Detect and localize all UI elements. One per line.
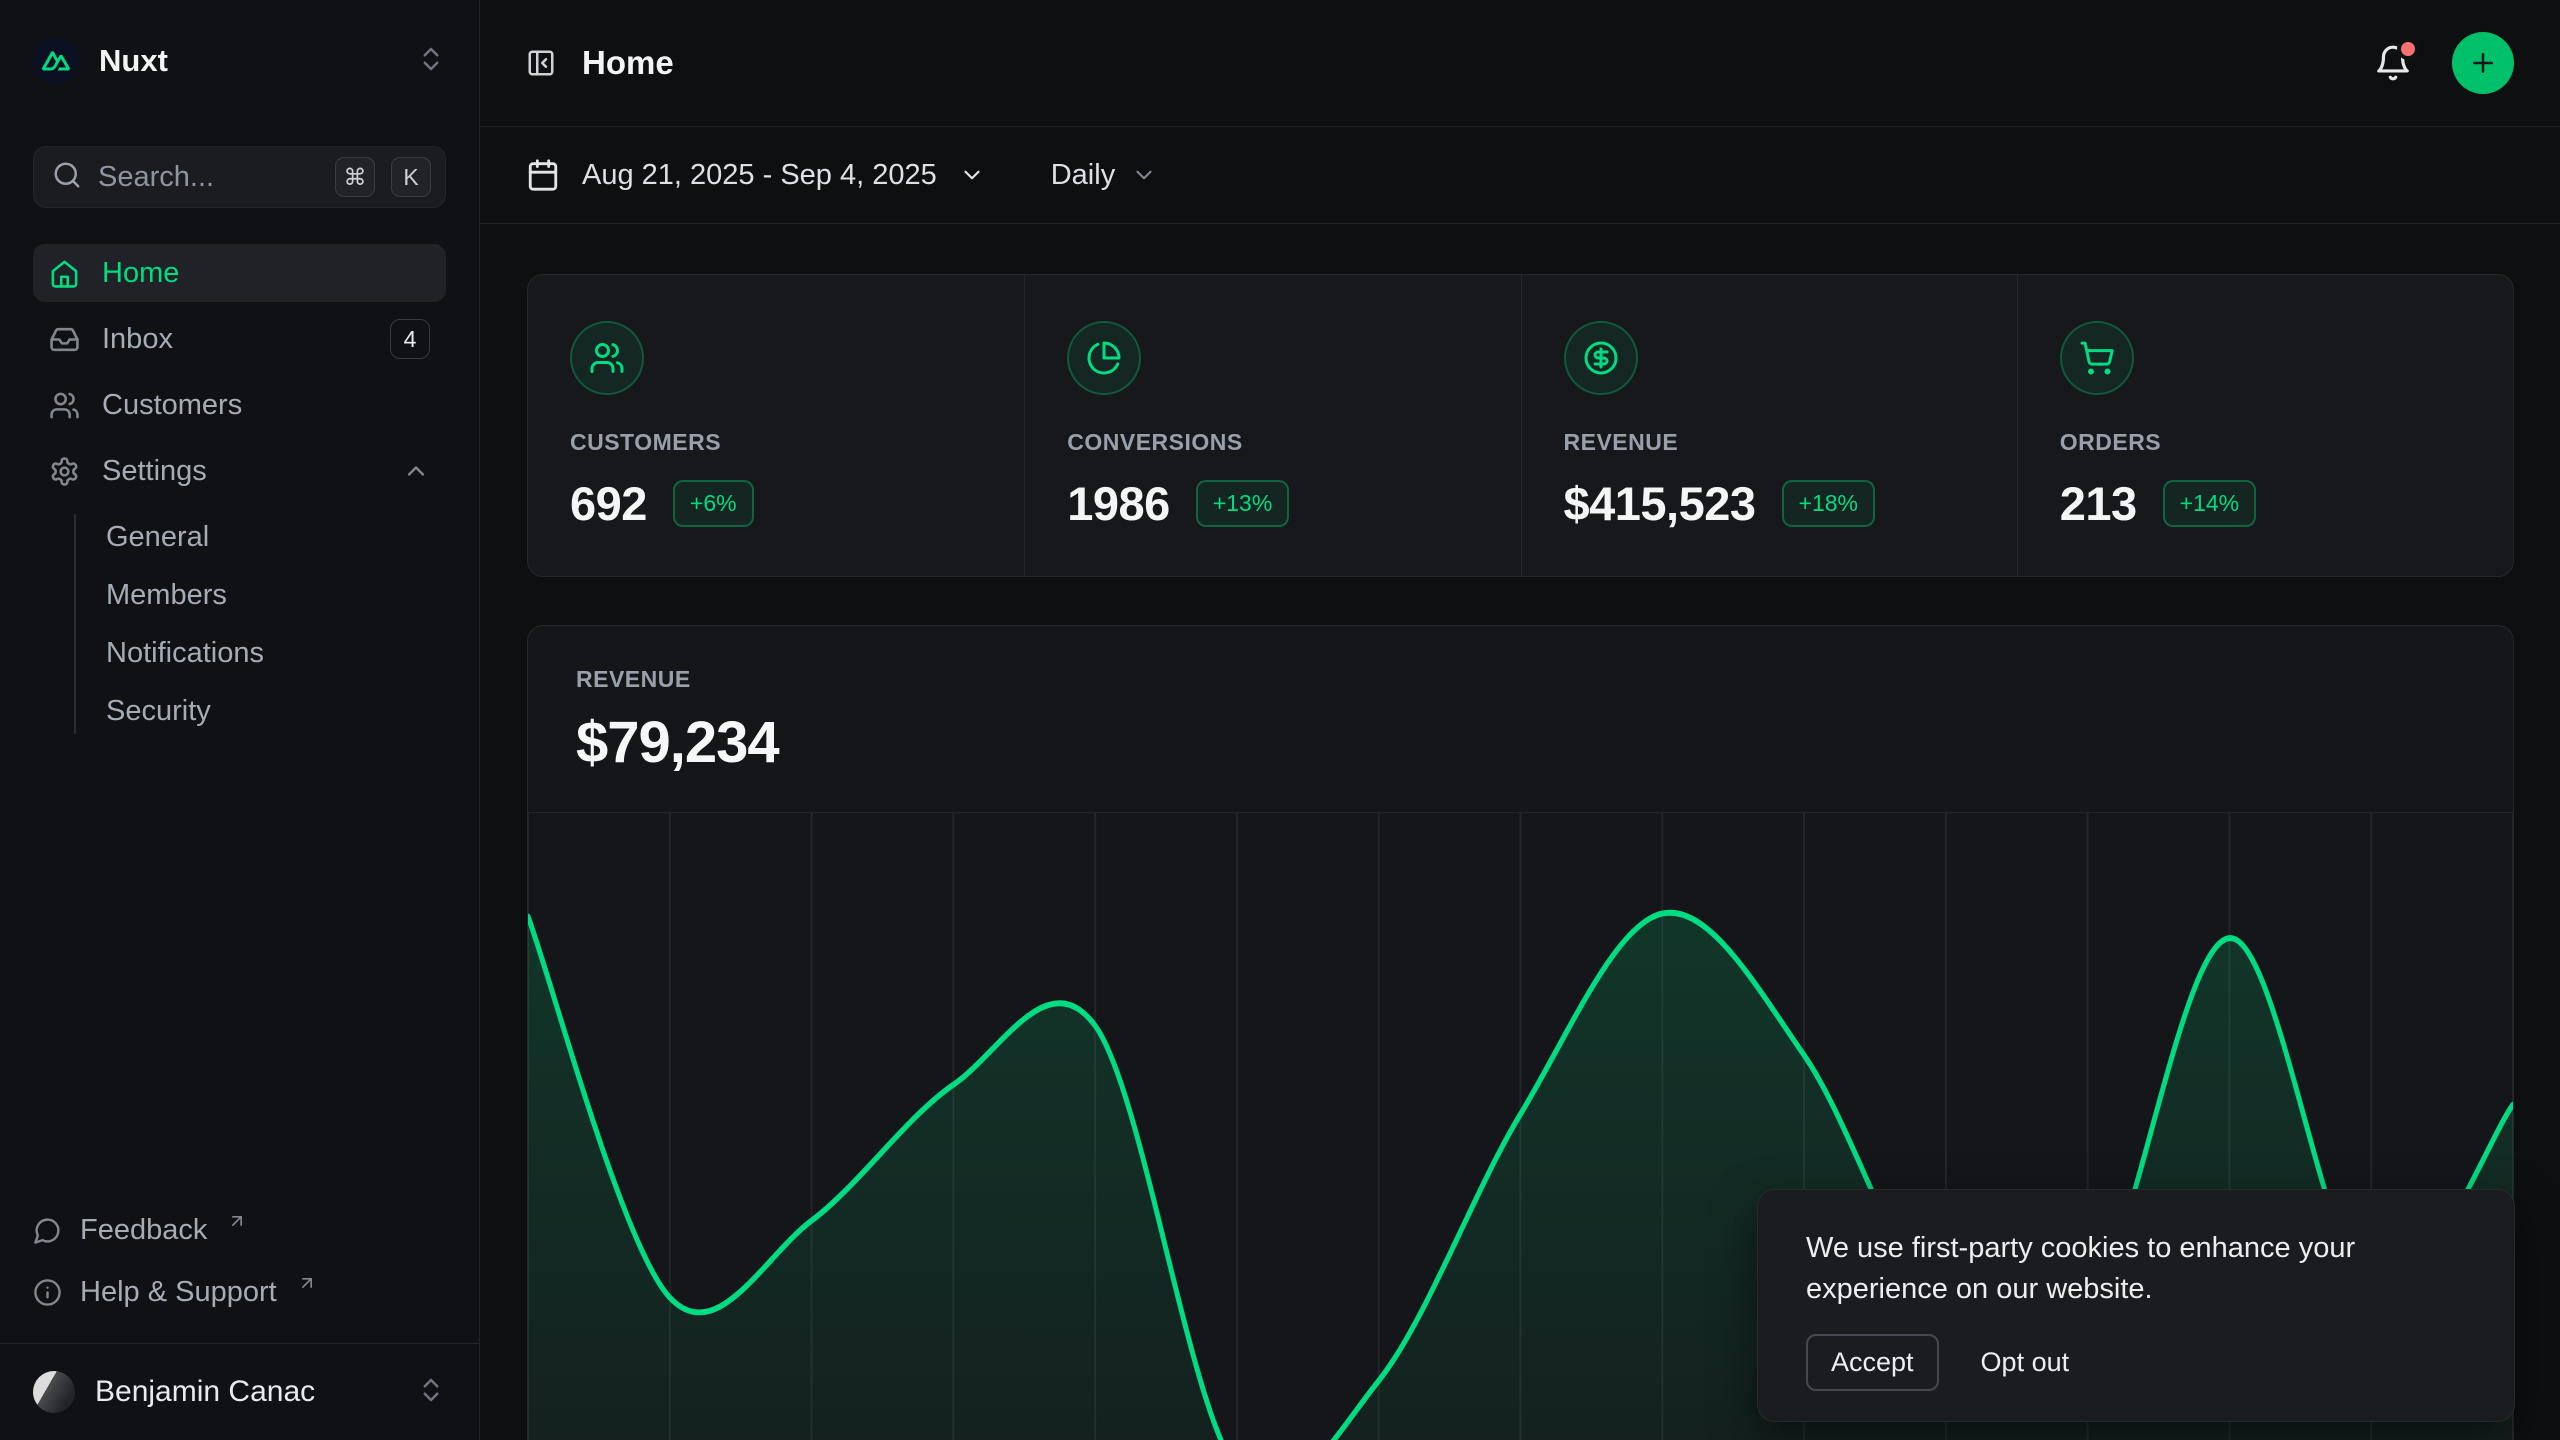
chevrons-up-down-icon [416,1375,446,1410]
notification-dot [2397,38,2419,60]
pie-chart-icon [1067,321,1141,395]
sidebar-nav: Home Inbox 4 Customers Settings GeneralMember… [33,244,446,740]
user-name: Benjamin Canac [95,1375,315,1409]
settings-icon [49,456,80,487]
sidebar-item-label: Help & Support [80,1276,277,1309]
sidebar-subitem-notifications[interactable]: Notifications [106,624,446,682]
calendar-icon [526,158,560,192]
user-menu[interactable]: Benjamin Canac [33,1344,446,1440]
users-icon [49,390,80,421]
arrow-up-right-icon [297,1273,319,1295]
stat-card-revenue[interactable]: REVENUE $415,523 +18% [1521,275,2017,577]
sidebar-subitem-security[interactable]: Security [106,682,446,740]
revenue-total: $79,234 [576,709,2465,776]
revenue-label: REVENUE [576,666,2465,693]
date-range-picker[interactable]: Aug 21, 2025 - Sep 4, 2025 [526,158,985,192]
stat-delta-badge: +18% [1782,480,1875,527]
filters-toolbar: Aug 21, 2025 - Sep 4, 2025 Daily [480,127,2560,224]
sidebar-item-customers[interactable]: Customers [33,376,446,434]
sidebar-item-label: Home [102,257,179,290]
sidebar-item-label: Settings [102,455,207,488]
chevrons-up-down-icon [416,44,446,79]
home-icon [49,258,80,289]
search-box[interactable]: ⌘ K [33,146,446,208]
chevron-down-icon [1131,162,1157,188]
stat-value: 1986 [1067,476,1170,531]
stat-delta-badge: +13% [1196,480,1289,527]
sidebar-item-feedback[interactable]: Feedback [33,1199,446,1261]
stat-label: CUSTOMERS [570,429,982,456]
stat-value: $415,523 [1564,476,1756,531]
info-icon [33,1278,62,1307]
circle-dollar-icon [1564,321,1638,395]
sidebar-subitem-general[interactable]: General [106,508,446,566]
kbd-cmd: ⌘ [335,157,375,197]
cookie-banner: We use first-party cookies to enhance yo… [1757,1189,2515,1422]
sidebar: Nuxt ⌘ K Home Inbox 4 Customers Settings Gene… [0,0,480,1440]
stat-card-customers[interactable]: CUSTOMERS 692 +6% [528,275,1024,577]
message-circle-icon [33,1216,62,1245]
period-value: Daily [1051,159,1115,192]
inbox-icon [49,324,80,355]
sidebar-item-label: Feedback [80,1214,207,1247]
sidebar-item-settings[interactable]: Settings [33,442,446,500]
arrow-up-right-icon [227,1211,249,1233]
sidebar-item-inbox[interactable]: Inbox 4 [33,310,446,368]
stat-delta-badge: +14% [2163,480,2256,527]
workspace-switcher[interactable]: Nuxt [33,30,446,92]
chevron-down-icon [959,162,985,188]
chevron-up-icon [402,457,430,485]
cookie-message: We use first-party cookies to enhance yo… [1806,1228,2416,1310]
date-range-value: Aug 21, 2025 - Sep 4, 2025 [582,159,937,192]
stat-label: CONVERSIONS [1067,429,1478,456]
plus-icon [2468,48,2498,78]
sidebar-footer: Feedback Help & Support [33,1199,446,1329]
kbd-k: K [391,157,431,197]
stat-delta-badge: +6% [673,480,754,527]
stat-label: ORDERS [2060,429,2471,456]
stat-value: 692 [570,476,647,531]
cookie-accept-button[interactable]: Accept [1806,1334,1939,1391]
users-icon [570,321,644,395]
page-title: Home [582,44,674,82]
stats-row: CUSTOMERS 692 +6% CONVERSIONS 1986 +13% REVENU… [527,274,2514,577]
sidebar-subnav: GeneralMembersNotificationsSecurity [33,508,446,740]
shopping-cart-icon [2060,321,2134,395]
sidebar-item-home[interactable]: Home [33,244,446,302]
sidebar-item-label: Customers [102,389,242,422]
user-avatar [33,1371,75,1413]
period-select[interactable]: Daily [1051,159,1157,192]
revenue-head: REVENUE $79,234 [528,626,2513,776]
page-header: Home [480,0,2560,127]
new-item-button[interactable] [2452,32,2514,94]
cookie-optout-button[interactable]: Opt out [1981,1347,2070,1378]
notifications-button[interactable] [2374,44,2412,82]
sidebar-item-help-support[interactable]: Help & Support [33,1261,446,1323]
stat-card-conversions[interactable]: CONVERSIONS 1986 +13% [1024,275,1520,577]
stat-card-orders[interactable]: ORDERS 213 +14% [2017,275,2513,577]
sidebar-subitem-members[interactable]: Members [106,566,446,624]
nuxt-logo-icon [33,38,79,84]
search-input[interactable] [98,161,319,194]
sidebar-item-label: Inbox [102,323,173,356]
search-icon [52,160,82,195]
header-actions [2374,32,2514,94]
cookie-actions: Accept Opt out [1806,1334,2466,1391]
collapse-sidebar-button[interactable] [526,48,556,78]
workspace-name: Nuxt [99,43,168,79]
stat-value: 213 [2060,476,2137,531]
inbox-count-badge: 4 [390,319,430,359]
stat-label: REVENUE [1564,429,1975,456]
user-section: Benjamin Canac [0,1343,479,1440]
